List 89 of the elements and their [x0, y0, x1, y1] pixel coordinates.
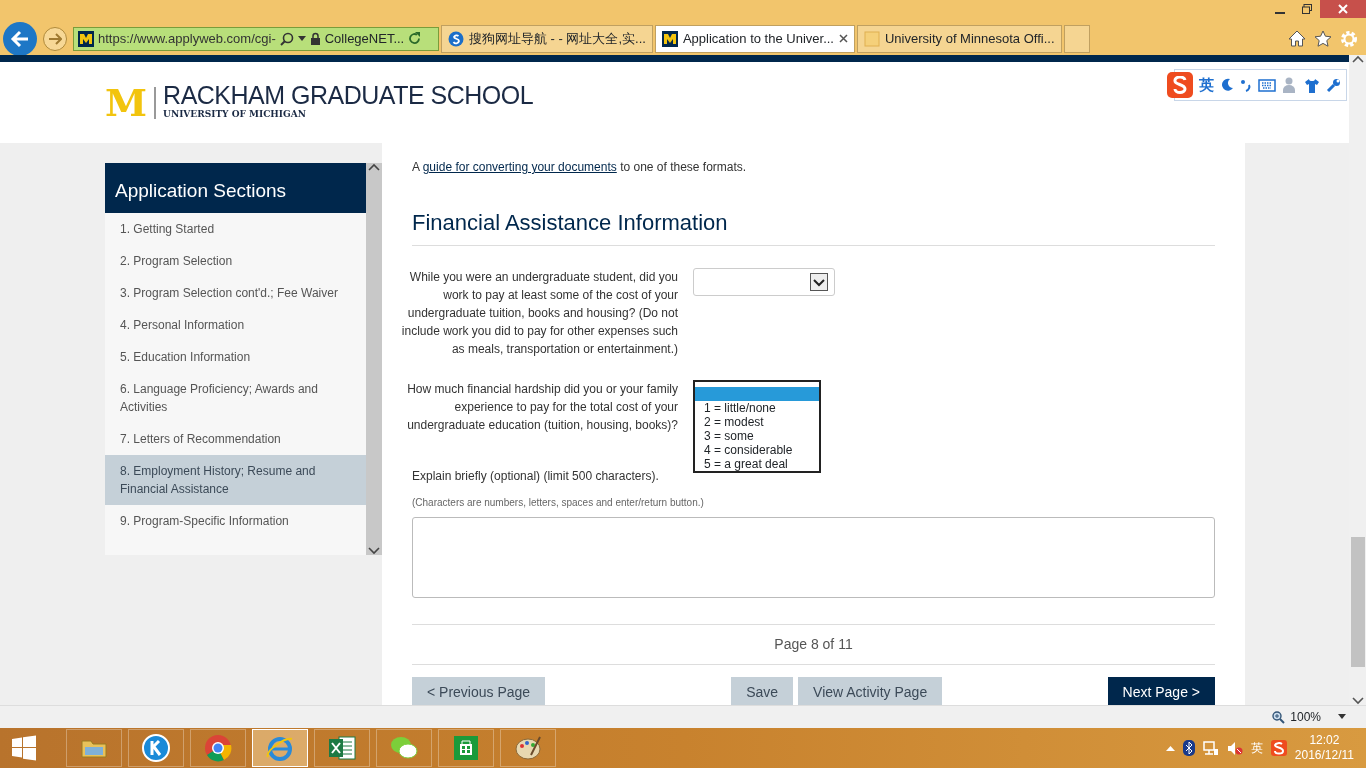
- moon-icon[interactable]: [1220, 78, 1234, 92]
- restore-icon: [1301, 4, 1312, 14]
- browser-tab[interactable]: University of Minnesota Offi...: [857, 24, 1062, 53]
- page-indicator: Page 8 of 11: [412, 624, 1215, 665]
- close-button[interactable]: [1320, 0, 1366, 18]
- forward-arrow-icon: [48, 32, 62, 45]
- taskbar-app[interactable]: [128, 729, 184, 767]
- list-option[interactable]: 2 = modest: [695, 415, 819, 429]
- dropdown-icon[interactable]: [810, 273, 828, 291]
- back-button[interactable]: [3, 21, 37, 56]
- taskbar-app[interactable]: [438, 729, 494, 767]
- previous-page-button[interactable]: < Previous Page: [412, 677, 546, 705]
- logo-letter: M: [105, 83, 148, 122]
- scrollbar-thumb[interactable]: [1350, 537, 1365, 667]
- minimize-icon: [1274, 12, 1285, 14]
- taskbar-app[interactable]: [500, 729, 556, 767]
- address-bar[interactable]: https://www.applyweb.com/cgi- CollegeNET...: [73, 26, 439, 51]
- lock-icon[interactable]: [309, 32, 321, 45]
- section-title: Financial Assistance Information: [412, 206, 1215, 246]
- view-activity-button[interactable]: View Activity Page: [798, 677, 943, 705]
- sidebar-item[interactable]: 6. Language Proficiency; Awards and Activities: [105, 373, 366, 423]
- sidebar-item[interactable]: 5. Education Information: [105, 341, 366, 373]
- listbox-field[interactable]: 1 = little/none 2 = modest 3 = some 4 = considerable 5 = a great deal: [693, 380, 821, 473]
- back-arrow-icon: [10, 29, 30, 48]
- tray-expand-icon[interactable]: [1165, 745, 1175, 751]
- search-icon[interactable]: [279, 31, 294, 46]
- spreadsheet-icon: [327, 733, 357, 763]
- page-icon: [864, 30, 880, 47]
- save-button[interactable]: Save: [731, 677, 794, 705]
- list-option[interactable]: 1 = little/none: [695, 401, 819, 415]
- question-label: How much financial hardship did you or your family experience to pay for the total cost of your undergraduate education (tuition, housing, books)?: [406, 381, 678, 434]
- taskbar-app[interactable]: [252, 729, 308, 767]
- intro-text: A guide for converting your documents to one of these formats.: [412, 159, 748, 176]
- guide-link[interactable]: guide for converting your documents: [422, 160, 617, 174]
- sidebar-item[interactable]: 1. Getting Started: [105, 213, 366, 245]
- scroll-down-icon[interactable]: [1351, 697, 1364, 705]
- site-favicon: [78, 30, 94, 47]
- k-circle-icon: [141, 733, 171, 763]
- list-option[interactable]: 3 = some: [695, 429, 819, 443]
- sidebar-item[interactable]: 7. Letters of Recommendation: [105, 423, 366, 455]
- next-page-button[interactable]: Next Page >: [1107, 677, 1215, 705]
- logo-divider: [154, 86, 157, 119]
- site-subtitle: UNIVERSITY OF MICHIGAN: [163, 108, 307, 122]
- taskbar-app[interactable]: [376, 729, 432, 767]
- star-icon[interactable]: [1314, 29, 1332, 48]
- forward-button[interactable]: [43, 26, 67, 51]
- page-scrollbar[interactable]: [1349, 55, 1366, 705]
- close-icon: [1338, 4, 1348, 14]
- list-option[interactable]: 4 = considerable: [695, 443, 819, 457]
- select-field[interactable]: [693, 268, 835, 296]
- browser-tab[interactable]: Application to the Univer...: [654, 24, 855, 53]
- explain-hint: (Characters are numbers, letters, spaces and enter/return button.): [412, 496, 705, 510]
- sidebar-scrollbar[interactable]: [366, 163, 382, 555]
- scroll-down-icon[interactable]: [368, 547, 380, 555]
- close-icon[interactable]: [839, 34, 848, 43]
- scroll-up-icon[interactable]: [1351, 55, 1364, 63]
- taskbar-app[interactable]: [190, 729, 246, 767]
- zoom-icon[interactable]: [1272, 710, 1286, 724]
- question-label: While you were an undergraduate student, did you work to pay at least some of the cost of your undergraduate tuition, books and housing? (Do not include work you did to pay for other expenses such as meals, transportation or entertainment.): [400, 269, 678, 358]
- sidebar-title: Application Sections: [105, 163, 366, 213]
- address-text: https://www.applyweb.com/cgi-: [98, 29, 276, 48]
- browser-tab[interactable]: 搜狗网址导航 - - 网址大全,实...: [441, 24, 653, 53]
- site-title: RACKHAM GRADUATE SCHOOL: [163, 83, 534, 109]
- scroll-up-icon[interactable]: [368, 163, 380, 171]
- list-option[interactable]: 5 = a great deal: [695, 457, 819, 471]
- zoom-level[interactable]: 100%: [1290, 708, 1321, 726]
- sidebar-item[interactable]: 2. Program Selection: [105, 245, 366, 277]
- dropdown-icon[interactable]: [297, 35, 306, 42]
- sidebar-item[interactable]: 4. Personal Information: [105, 309, 366, 341]
- refresh-icon[interactable]: [408, 32, 422, 45]
- network-icon[interactable]: [1202, 740, 1219, 756]
- taskbar-app[interactable]: [314, 729, 370, 767]
- start-icon[interactable]: [10, 734, 38, 762]
- speaker-muted-icon[interactable]: [1226, 740, 1243, 756]
- ime-language-toggle[interactable]: 英: [1199, 73, 1214, 97]
- dropdown-icon[interactable]: [1338, 714, 1346, 720]
- site-identity: CollegeNET...: [324, 29, 405, 48]
- shirt-icon[interactable]: [1304, 77, 1320, 93]
- sidebar-item[interactable]: 3. Program Selection cont'd.; Fee Waiver: [105, 277, 366, 309]
- site-favicon: [661, 30, 678, 47]
- keyboard-icon[interactable]: [1258, 78, 1276, 92]
- wrench-icon[interactable]: [1326, 77, 1341, 93]
- sidebar-item[interactable]: 8. Employment History; Resume and Financial Assistance: [105, 455, 366, 505]
- home-icon[interactable]: [1288, 29, 1306, 48]
- punctuation-icon[interactable]: [1240, 78, 1252, 92]
- store-icon: [451, 733, 481, 763]
- sidebar-item[interactable]: 9. Program-Specific Information: [105, 505, 366, 537]
- bluetooth-icon[interactable]: [1182, 740, 1195, 756]
- explain-label: Explain briefly (optional) (limit 500 characters).: [412, 468, 660, 485]
